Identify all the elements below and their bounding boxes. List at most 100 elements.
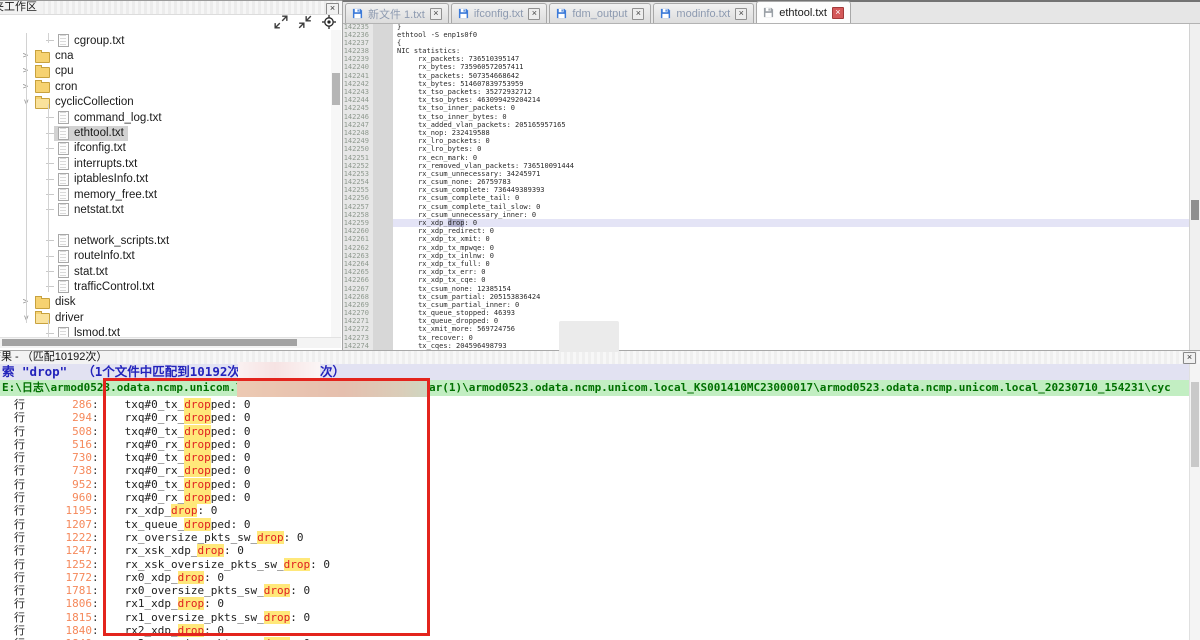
tree-file-interrupts-txt[interactable]: interrupts.txt xyxy=(0,156,330,171)
line-text: rx_xdp_tx_mpwqe: 0 xyxy=(393,244,1190,252)
tree-horizontal-scrollbar[interactable] xyxy=(0,337,341,348)
editor-line: 142254 rx_csum_none: 26759783 xyxy=(343,178,1190,186)
results-vertical-scrollbar[interactable] xyxy=(1189,364,1200,640)
line-text: tx_tso_inner_bytes: 0 xyxy=(393,113,1190,121)
line-text: tx_added_vlan_packets: 205165957165 xyxy=(393,121,1190,129)
result-row[interactable]: 行1840:rx2_xdp_drop: 0 xyxy=(0,624,1200,637)
tree-file-ifconfig-txt[interactable]: ifconfig.txt xyxy=(0,141,330,156)
result-line-number: 1781 xyxy=(34,584,92,597)
collapse-all-icon[interactable] xyxy=(298,15,312,29)
locate-file-icon[interactable] xyxy=(322,15,336,29)
workspace-close-icon[interactable]: × xyxy=(326,3,339,15)
tab-close-icon[interactable]: × xyxy=(430,8,442,20)
editor-vertical-scroll-thumb[interactable] xyxy=(1191,200,1199,220)
tree-folder-cron[interactable]: >cron xyxy=(0,79,330,94)
tree-file-command_log-txt[interactable]: command_log.txt xyxy=(0,110,330,125)
result-row[interactable]: 行960:rxq#0_rx_dropped: 0 xyxy=(0,491,1200,504)
tree-vertical-scroll-thumb[interactable] xyxy=(332,73,340,105)
match-highlight: drop xyxy=(184,478,211,491)
match-highlight: drop xyxy=(184,518,211,531)
result-row[interactable]: 行1207:tx_queue_dropped: 0 xyxy=(0,518,1200,531)
tab-close-icon[interactable]: × xyxy=(528,8,540,20)
result-match-text: txq#0_tx_dropped: 0 xyxy=(125,425,251,438)
tree-folder-driver[interactable]: >driver xyxy=(0,310,330,325)
tree-item-label: interrupts.txt xyxy=(74,158,137,170)
tree-file-netstat-txt[interactable]: netstat.txt xyxy=(0,202,330,217)
line-text: rx_csum_none: 26759783 xyxy=(393,178,1190,186)
tree-horizontal-scroll-thumb[interactable] xyxy=(2,339,297,346)
result-row[interactable]: 行1195:rx_xdp_drop: 0 xyxy=(0,504,1200,517)
folder-icon xyxy=(35,298,50,309)
tree-folder-cpu[interactable]: >cpu xyxy=(0,64,330,79)
line-number: 142249 xyxy=(343,137,373,145)
tree-item-body: memory_free.txt xyxy=(54,187,161,202)
tree-vertical-scrollbar[interactable] xyxy=(331,30,341,337)
editor-text-area[interactable]: 142235}142236ethtool -S enp1s0f0142237{1… xyxy=(343,24,1190,352)
tab-close-icon[interactable]: × xyxy=(735,8,747,20)
tree-item-body: driver xyxy=(31,310,88,325)
tree-file-lsmod-txt[interactable]: lsmod.txt xyxy=(0,325,330,337)
match-highlight: drop xyxy=(184,491,211,504)
tree-folder-cycliccollection[interactable]: >cyclicCollection xyxy=(0,95,330,110)
tab-modinfo-txt[interactable]: modinfo.txt× xyxy=(653,3,754,23)
results-summary-row[interactable]: 索 "drop" （1个文件中匹配到10192次，总计 次） xyxy=(0,364,1200,380)
result-row[interactable]: 行738:rxq#0_rx_dropped: 0 xyxy=(0,464,1200,477)
result-match-text: rx_xsk_xdp_drop: 0 xyxy=(125,544,244,557)
line-number: 142248 xyxy=(343,129,373,137)
tab-close-icon[interactable]: × xyxy=(832,7,844,19)
result-row[interactable]: 行294:rxq#0_rx_dropped: 0 xyxy=(0,411,1200,424)
tree-file-iptablesinfo-txt[interactable]: iptablesInfo.txt xyxy=(0,172,330,187)
tab-close-icon[interactable]: × xyxy=(632,8,644,20)
file-icon xyxy=(58,265,69,278)
result-row[interactable]: 行508:txq#0_tx_dropped: 0 xyxy=(0,425,1200,438)
tree-file-cgroup-txt[interactable]: cgroup.txt xyxy=(0,33,330,48)
result-row[interactable]: 行1772:rx0_xdp_drop: 0 xyxy=(0,571,1200,584)
result-row[interactable]: 行516:rxq#0_rx_dropped: 0 xyxy=(0,438,1200,451)
line-text: tx_csum_partial: 205153836424 xyxy=(393,293,1190,301)
result-row[interactable]: 行1247:rx_xsk_xdp_drop: 0 xyxy=(0,544,1200,557)
bookmark-margin xyxy=(373,334,393,342)
bookmark-margin xyxy=(373,244,393,252)
expand-all-icon[interactable] xyxy=(274,15,288,29)
tree-file-trafficcontrol-txt[interactable]: trafficControl.txt xyxy=(0,279,330,294)
result-row[interactable]: 行1815:rx1_oversize_pkts_sw_drop: 0 xyxy=(0,611,1200,624)
result-row[interactable]: 行1781:rx0_oversize_pkts_sw_drop: 0 xyxy=(0,584,1200,597)
tab-label: ifconfig.txt xyxy=(474,8,524,20)
result-row[interactable]: 行1222:rx_oversize_pkts_sw_drop: 0 xyxy=(0,531,1200,544)
result-row[interactable]: 行730:txq#0_tx_dropped: 0 xyxy=(0,451,1200,464)
tree-file-routeinfo-txt[interactable]: routeInfo.txt xyxy=(0,248,330,263)
bookmark-margin xyxy=(373,211,393,219)
tree-file-memory_free-txt[interactable]: memory_free.txt xyxy=(0,187,330,202)
bookmark-margin xyxy=(373,268,393,276)
results-vertical-scroll-thumb[interactable] xyxy=(1191,382,1199,467)
result-row[interactable]: 行1252:rx_xsk_oversize_pkts_sw_drop: 0 xyxy=(0,558,1200,571)
tab-fdm_output[interactable]: fdm_output× xyxy=(549,3,651,23)
results-file-path-row[interactable]: E:\日志\armod0523.odata.ncmp.unicom.loca a… xyxy=(0,380,1190,396)
bookmark-margin xyxy=(373,293,393,301)
result-row[interactable]: 行1806:rx1_xdp_drop: 0 xyxy=(0,597,1200,610)
bookmark-margin xyxy=(373,285,393,293)
editor-line: 142247 tx_added_vlan_packets: 2051659571… xyxy=(343,121,1190,129)
tab-ethtool-txt[interactable]: ethtool.txt× xyxy=(756,1,851,23)
tab-ifconfig-txt[interactable]: ifconfig.txt × xyxy=(451,3,548,23)
search-results-panel: 结果 - （匹配10192次） × 索 "drop" （1个文件中匹配到1019… xyxy=(0,350,1200,640)
result-row[interactable]: 行286:txq#0_tx_dropped: 0 xyxy=(0,398,1200,411)
tab--1-txt[interactable]: 新文件 1.txt× xyxy=(345,3,449,23)
tree-folder-disk[interactable]: >disk xyxy=(0,295,330,310)
line-text: tx_queue_stopped: 46393 xyxy=(393,309,1190,317)
floppy-disk-icon xyxy=(556,8,567,19)
line-text: rx_packets: 736510395147 xyxy=(393,55,1190,63)
tree-item-label: cyclicCollection xyxy=(55,96,134,108)
tree-folder-cna[interactable]: >cna xyxy=(0,48,330,63)
results-close-icon[interactable]: × xyxy=(1183,352,1196,364)
result-colon: : xyxy=(92,571,99,584)
tree-item-label: trafficControl.txt xyxy=(74,281,154,293)
line-number: 142251 xyxy=(343,154,373,162)
tree-file-stat-txt[interactable]: stat.txt xyxy=(0,264,330,279)
tree-file-network_scripts-txt[interactable]: network_scripts.txt xyxy=(0,233,330,248)
result-row-label: 行 xyxy=(14,439,34,452)
line-text: rx_lro_bytes: 0 xyxy=(393,145,1190,153)
editor-vertical-scrollbar[interactable] xyxy=(1189,24,1200,352)
result-row[interactable]: 行952:txq#0_tx_dropped: 0 xyxy=(0,478,1200,491)
tree-file-ethtool-txt[interactable]: ethtool.txt xyxy=(0,125,330,140)
